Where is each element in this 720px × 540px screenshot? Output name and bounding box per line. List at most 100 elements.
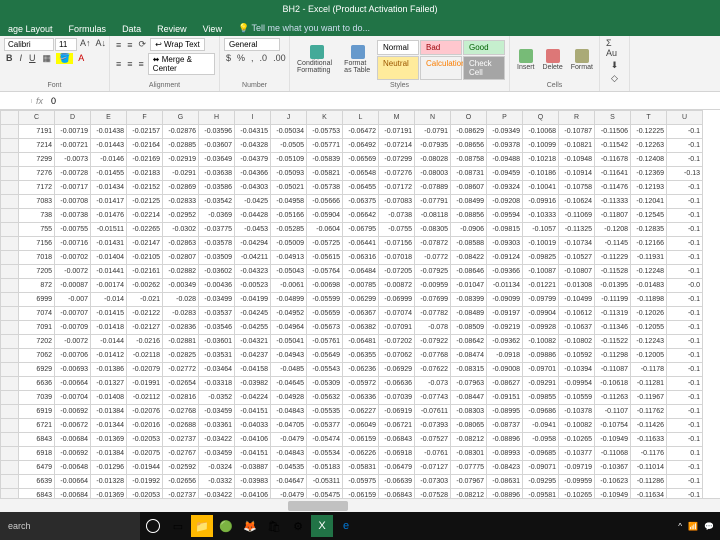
cell[interactable]: -0.06642: [343, 209, 379, 223]
cell[interactable]: -0.0332: [199, 475, 235, 489]
cell[interactable]: -0.00684: [55, 489, 91, 499]
cell[interactable]: -0.09581: [523, 489, 559, 499]
cell[interactable]: -0.05534: [307, 447, 343, 461]
cell[interactable]: -0.05659: [307, 307, 343, 321]
cell[interactable]: -0.1: [667, 419, 703, 433]
cell[interactable]: -0.06918: [379, 447, 415, 461]
cell[interactable]: -0.07214: [379, 139, 415, 153]
cell[interactable]: -0.05821: [307, 167, 343, 181]
cell[interactable]: -0.09197: [487, 307, 523, 321]
cell[interactable]: -0.08856: [451, 209, 487, 223]
cell[interactable]: -0.09701: [523, 363, 559, 377]
cell[interactable]: -0.05764: [307, 265, 343, 279]
cell[interactable]: -0.0505: [271, 139, 307, 153]
cell[interactable]: -0.09488: [487, 153, 523, 167]
cell[interactable]: -0.01455: [91, 167, 127, 181]
tab-review[interactable]: Review: [149, 22, 195, 36]
cell[interactable]: -0.00738: [55, 209, 91, 223]
cell[interactable]: 7205: [19, 265, 55, 279]
cell[interactable]: -0.01991: [127, 377, 163, 391]
cell[interactable]: -0.08737: [487, 419, 523, 433]
worksheet-grid[interactable]: CDEFGHIJKLMNOPQRSTU7191-0.00719-0.01438-…: [0, 110, 720, 498]
cell[interactable]: -0.09886: [523, 349, 559, 363]
cell[interactable]: -0.06049: [343, 419, 379, 433]
search-input[interactable]: earch: [0, 512, 140, 540]
cell[interactable]: -0.10624: [559, 195, 595, 209]
row-header[interactable]: [1, 125, 19, 139]
system-tray[interactable]: ^ 📶 💬: [678, 522, 720, 531]
settings-icon[interactable]: ⚙: [287, 515, 309, 537]
cell[interactable]: -0.12005: [631, 349, 667, 363]
cell[interactable]: -0.08399: [451, 293, 487, 307]
cell[interactable]: -0.02112: [127, 391, 163, 405]
cell[interactable]: -0.07202: [379, 335, 415, 349]
cell[interactable]: -0.0755: [379, 223, 415, 237]
col-header[interactable]: E: [91, 111, 127, 125]
cell[interactable]: -0.021: [127, 293, 163, 307]
insert-button[interactable]: Insert: [514, 49, 538, 71]
cell[interactable]: -0.04964: [271, 321, 307, 335]
cell[interactable]: -0.03601: [199, 335, 235, 349]
explorer-icon[interactable]: 📁: [191, 515, 213, 537]
cell[interactable]: -0.11476: [595, 181, 631, 195]
cell[interactable]: -0.00704: [55, 391, 91, 405]
cell[interactable]: -0.02105: [127, 251, 163, 265]
cell[interactable]: -0.02688: [163, 419, 199, 433]
cell[interactable]: -0.10099: [523, 139, 559, 153]
cell[interactable]: -0.10082: [559, 419, 595, 433]
cell[interactable]: -0.03546: [199, 321, 235, 335]
cell[interactable]: -0.04928: [271, 391, 307, 405]
grow-font-icon[interactable]: A↑: [78, 38, 93, 51]
cell[interactable]: -0.06721: [379, 419, 415, 433]
cell[interactable]: -0.0941: [523, 419, 559, 433]
cell[interactable]: -0.11069: [559, 209, 595, 223]
cell[interactable]: -0.03586: [199, 181, 235, 195]
cell[interactable]: -0.08065: [451, 419, 487, 433]
cell[interactable]: -0.1: [667, 223, 703, 237]
cell[interactable]: -0.03775: [199, 223, 235, 237]
cell[interactable]: -0.08003: [415, 167, 451, 181]
cell[interactable]: -0.1: [667, 125, 703, 139]
cell[interactable]: -0.05309: [307, 377, 343, 391]
cell[interactable]: -0.07062: [379, 349, 415, 363]
format-button[interactable]: Format: [568, 49, 596, 71]
cell[interactable]: -0.00959: [415, 279, 451, 293]
cell[interactable]: -0.05009: [271, 237, 307, 251]
cell[interactable]: -0.00872: [379, 279, 415, 293]
cell[interactable]: 7039: [19, 391, 55, 405]
cell[interactable]: 6639: [19, 475, 55, 489]
cell[interactable]: -0.1: [667, 461, 703, 475]
cell[interactable]: -0.07091: [379, 321, 415, 335]
cell[interactable]: -0.04645: [271, 377, 307, 391]
font-name-select[interactable]: Calibri: [4, 38, 54, 51]
cell[interactable]: 6479: [19, 461, 55, 475]
cell[interactable]: -0.02053: [127, 433, 163, 447]
cell[interactable]: -0.1: [667, 139, 703, 153]
cell[interactable]: -0.07172: [379, 181, 415, 195]
cell[interactable]: -0.0302: [163, 223, 199, 237]
cell[interactable]: -0.02952: [163, 209, 199, 223]
cell[interactable]: -0.10807: [559, 265, 595, 279]
cell[interactable]: -0.04952: [271, 307, 307, 321]
cell[interactable]: -0.03983: [235, 475, 271, 489]
col-header[interactable]: T: [631, 111, 667, 125]
cell[interactable]: -0.0144: [91, 335, 127, 349]
style-calculation[interactable]: Calculation: [420, 56, 462, 80]
cell[interactable]: -0.03318: [199, 377, 235, 391]
cell[interactable]: -0.06636: [379, 377, 415, 391]
tab-formulas[interactable]: Formulas: [61, 22, 115, 36]
cell[interactable]: -0.1: [667, 251, 703, 265]
col-header[interactable]: P: [487, 111, 523, 125]
cell[interactable]: -0.11506: [595, 125, 631, 139]
cell[interactable]: -0.07872: [415, 237, 451, 251]
cell[interactable]: 6843: [19, 433, 55, 447]
cell[interactable]: -0.04899: [271, 293, 307, 307]
cell[interactable]: -0.02654: [163, 377, 199, 391]
row-header[interactable]: [1, 391, 19, 405]
cell[interactable]: -0.06226: [343, 447, 379, 461]
cell[interactable]: -0.11346: [595, 321, 631, 335]
align-top-icon[interactable]: ≡: [114, 40, 123, 50]
wifi-icon[interactable]: 📶: [688, 522, 698, 531]
cell[interactable]: -0.02772: [163, 363, 199, 377]
style-bad[interactable]: Bad: [420, 40, 462, 55]
